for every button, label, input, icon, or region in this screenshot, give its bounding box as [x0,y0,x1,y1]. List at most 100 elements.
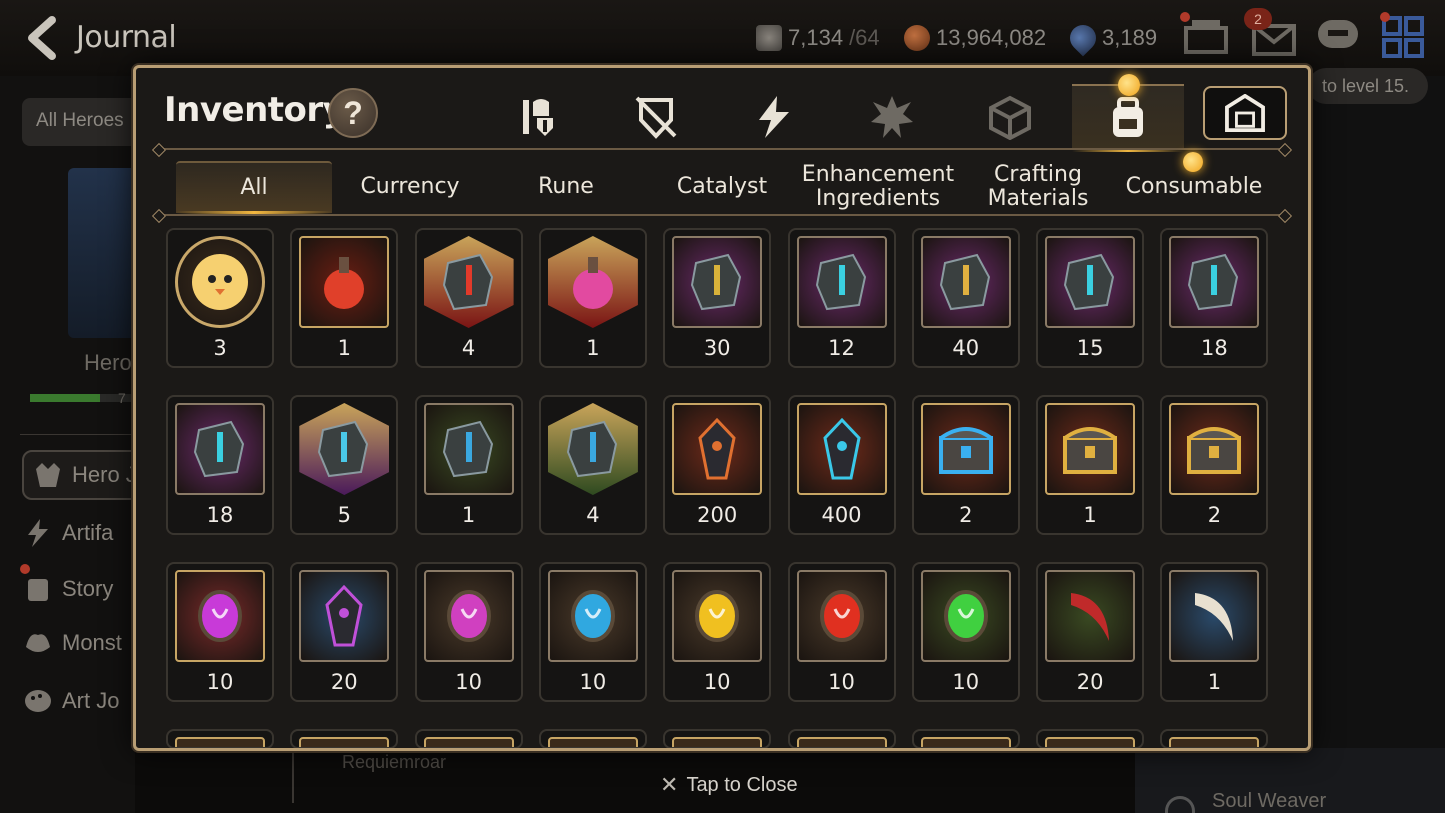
spiky-material-icon [871,96,913,138]
hero-card[interactable] [68,168,143,338]
sword-shield-icon [635,96,677,139]
help-button[interactable]: ? [328,88,378,138]
stamina-icon [756,25,782,51]
hero-label: Hero [84,350,132,375]
blue-shard-icon [797,403,887,495]
storage-button[interactable] [1203,86,1287,140]
inventory-item[interactable]: 4 [414,228,523,368]
pink-potion-icon [548,236,638,328]
tab-catalyst[interactable]: Catalyst [644,161,800,213]
category-sword-shield[interactable] [600,88,712,146]
category-cube[interactable] [954,88,1066,146]
inventory-item[interactable] [538,729,647,748]
divider [20,434,135,435]
gold-coin-icon [904,25,930,51]
item-frame [672,737,763,747]
back-button[interactable] [20,14,64,62]
inventory-item[interactable]: 400 [787,395,896,535]
item-count: 10 [828,670,855,694]
storage-house-icon [1225,94,1265,132]
item-count: 30 [703,336,731,360]
inventory-item[interactable] [911,729,1020,748]
inventory-item[interactable]: 10 [166,562,274,702]
divider [158,214,1286,216]
item-count: 3 [213,336,227,360]
purple-star-rune-icon [299,403,389,495]
inventory-item[interactable]: 200 [663,395,772,535]
inventory-item[interactable] [1036,729,1145,748]
divider [158,148,1286,150]
item-count: 12 [828,336,855,360]
inventory-item[interactable]: 10 [414,562,523,702]
category-artifact[interactable] [718,88,830,146]
gold-chest-icon [1169,403,1259,495]
inventory-item[interactable]: 18 [1160,228,1269,368]
inventory-item[interactable]: 1 [538,228,647,368]
inventory-item[interactable]: 1 [1036,395,1145,535]
inventory-item[interactable]: 3 [166,228,274,368]
inventory-item[interactable]: 1 [290,228,399,368]
category-material[interactable] [836,88,948,146]
item-count: 1 [1207,670,1222,694]
item-frame [1045,737,1136,747]
item-count: 10 [206,670,234,694]
inventory-item[interactable]: 5 [290,395,399,535]
inventory-item[interactable]: 2 [1160,395,1269,535]
inventory-item[interactable]: 1 [1160,562,1269,702]
item-frame [1169,737,1260,747]
chevron-left-icon [28,16,56,60]
item-frame [796,737,887,747]
right-panel [1300,76,1445,813]
inventory-item[interactable] [166,729,274,748]
rune-armor-icon [175,403,265,495]
inventory-item[interactable] [663,729,772,748]
inventory-item[interactable]: 20 [1036,562,1145,702]
red-rune-stone-icon [424,236,514,328]
item-frame [547,737,638,747]
category-hero-equip[interactable] [482,88,594,146]
inventory-item[interactable]: 12 [787,228,896,368]
inventory-item[interactable] [414,729,523,748]
inventory-item[interactable]: 10 [787,562,896,702]
skystone-icon [1064,19,1102,57]
inventory-item[interactable] [787,729,896,748]
tap-to-close[interactable]: ✕ Tap to Close [660,772,798,798]
inventory-item[interactable]: 40 [911,228,1020,368]
inventory-item[interactable]: 4 [538,395,647,535]
stone-sword-rune-icon [424,403,514,495]
item-count: 10 [952,670,980,694]
tab-crafting-materials[interactable]: Crafting Materials [960,161,1116,213]
blue-snow-orb-icon [548,570,638,662]
skystone-currency[interactable]: 3,189 [1064,19,1157,57]
inventory-item[interactable]: 1 [414,395,523,535]
inventory-item[interactable]: 15 [1036,228,1145,368]
inventory-item[interactable]: 18 [166,395,274,535]
item-count: 4 [586,503,600,527]
stamina-currency[interactable]: 7,134/64 [756,20,880,56]
notification-dot [1180,12,1190,22]
chat-icon[interactable] [1314,16,1362,58]
tab-currency[interactable]: Currency [332,161,488,213]
item-frame [175,737,265,747]
inventory-item[interactable]: 10 [538,562,647,702]
inventory-item[interactable]: 2 [911,395,1020,535]
inventory-item[interactable]: 30 [663,228,772,368]
item-count: 20 [1076,670,1104,694]
tab-rune[interactable]: Rune [488,161,644,213]
menu-grid-icon[interactable] [1380,16,1428,58]
chick-token-icon [175,236,265,328]
new-item-dot [1118,74,1140,96]
item-count: 2 [959,503,973,527]
inventory-item[interactable] [1160,729,1269,748]
gold-currency[interactable]: 13,964,082 [904,20,1046,56]
rune-exclaim-icon [672,236,762,328]
new-item-dot [1183,152,1203,172]
tab-all[interactable]: All [176,161,332,215]
inventory-item[interactable] [290,729,399,748]
tab-enhancement-ingredients[interactable]: Enhancement Ingredients [800,161,956,213]
inventory-item[interactable]: 20 [290,562,399,702]
shop-icon[interactable] [1182,16,1230,58]
rune-sword-icon [1169,236,1259,328]
inventory-item[interactable]: 10 [911,562,1020,702]
inventory-item[interactable]: 10 [663,562,772,702]
